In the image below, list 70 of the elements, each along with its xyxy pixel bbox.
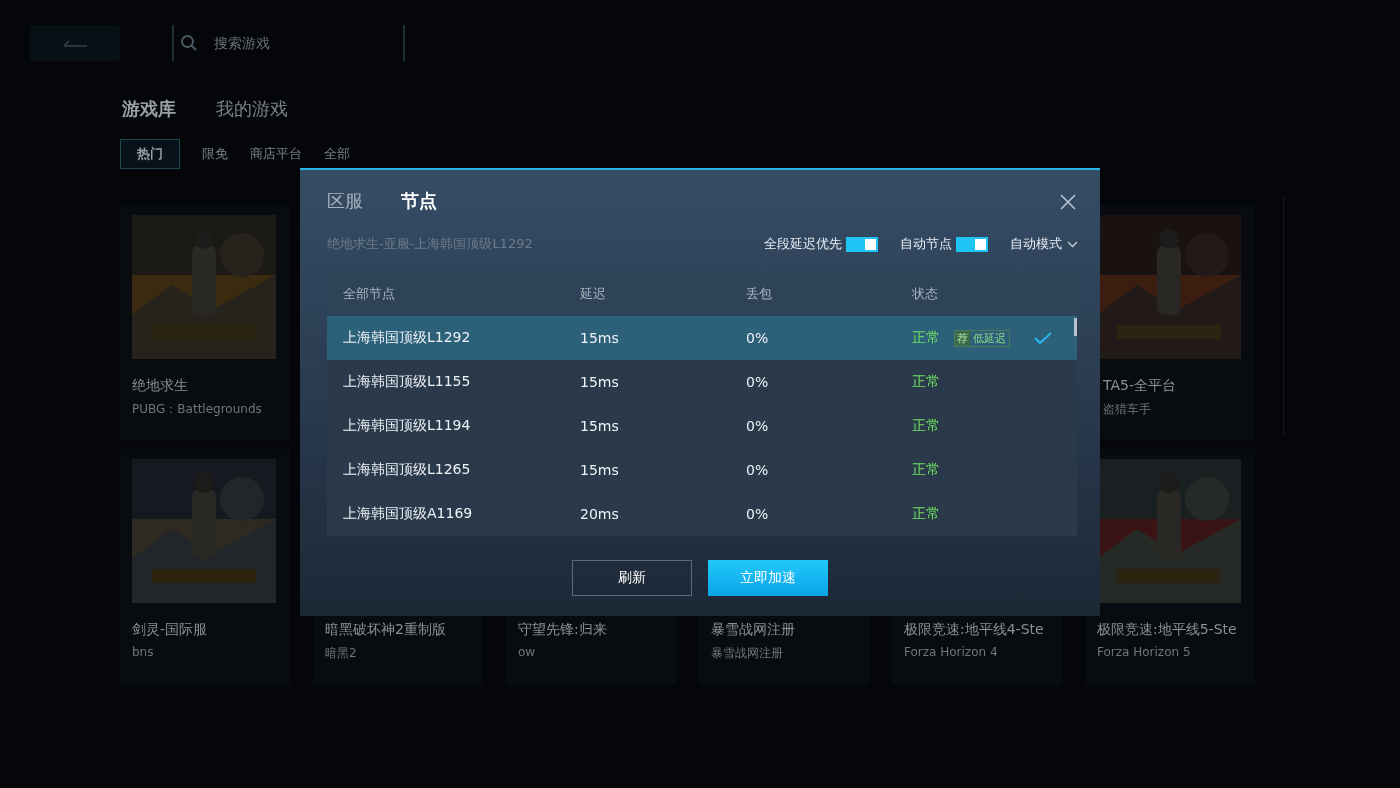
filter-tab[interactable]: 商店平台 xyxy=(250,140,302,168)
toggle-label: 全段延迟优先 xyxy=(764,235,842,253)
dialog-tab[interactable]: 节点 xyxy=(401,189,437,213)
status-cell-text: 正常 xyxy=(912,329,941,347)
node-row[interactable]: 上海韩国顶级L1265 15ms 0% 正常 xyxy=(327,448,1077,492)
mode-dropdown[interactable]: 自动模式 xyxy=(1010,235,1078,253)
status-cell-text: 正常 xyxy=(912,461,941,479)
chevron-down-icon xyxy=(1067,240,1078,248)
game-subtitle: 暴雪战网注册 xyxy=(711,645,784,662)
loss-cell-text: 0% xyxy=(746,418,770,434)
loss-cell-text: 0% xyxy=(746,330,770,346)
filter-tab[interactable]: 限免 xyxy=(202,140,228,168)
game-subtitle: bns xyxy=(132,645,155,659)
loss-cell-text: 0% xyxy=(746,506,770,522)
refresh-button[interactable]: 刷新 xyxy=(572,560,692,596)
game-title: 极限竞速:地平线5-Ste xyxy=(1097,621,1238,639)
game-title: 剑灵-国际服 xyxy=(132,621,209,639)
latency-cell-text: 15ms xyxy=(580,330,620,346)
game-title: TA5-全平台 xyxy=(1103,377,1177,395)
latency-cell-text: 20ms xyxy=(580,506,620,522)
column-header: 全部节点 xyxy=(343,285,396,303)
game-subtitle: PUBG：Battlegrounds xyxy=(132,401,263,418)
library-tab[interactable]: 游戏库 xyxy=(122,97,176,121)
game-title: 极限竞速:地平线4-Ste xyxy=(904,621,1045,639)
game-card[interactable]: 剑灵-国际服 bns xyxy=(120,449,290,685)
column-header: 状态 xyxy=(912,285,938,303)
node-row[interactable]: 上海韩国顶级L1194 15ms 0% 正常 xyxy=(327,404,1077,448)
node-name: 上海韩国顶级L1292 xyxy=(343,329,472,347)
game-card[interactable]: 极限竞速:地平线5-Ste Forza Horizon 5 xyxy=(1085,449,1255,685)
latency-cell-text: 15ms xyxy=(580,462,620,478)
game-subtitle: Forza Horizon 5 xyxy=(1097,645,1192,659)
game-card[interactable]: 绝地求生 PUBG：Battlegrounds xyxy=(120,205,290,441)
node-name: 上海韩国顶级L1194 xyxy=(343,417,472,435)
close-icon[interactable] xyxy=(1060,194,1076,210)
status-cell-text: 正常 xyxy=(912,417,941,435)
column-header: 延迟 xyxy=(580,285,607,303)
game-subtitle: 盗猎车手 xyxy=(1103,401,1152,418)
check-icon xyxy=(1034,331,1052,345)
search-icon xyxy=(180,34,198,52)
game-title: 守望先锋:归来 xyxy=(518,621,608,639)
game-subtitle: 暗黑2 xyxy=(325,645,358,662)
latency-cell-text: 15ms xyxy=(580,418,620,434)
latency-cell-text: 15ms xyxy=(580,374,620,390)
status-cell-text: 正常 xyxy=(912,505,941,523)
toggle-label: 自动节点 xyxy=(900,235,952,253)
search-field[interactable]: 搜索游戏 xyxy=(172,25,405,61)
node-name: 上海韩国顶级A1169 xyxy=(343,505,474,523)
node-row[interactable]: 上海韩国顶级L1292 15ms 0% 正常 荐 低延迟 xyxy=(327,316,1077,360)
toggle-switch[interactable] xyxy=(956,236,988,252)
low-latency-tag: 荐 低延迟 xyxy=(954,329,1010,347)
filter-tab[interactable]: 热门 xyxy=(120,139,180,169)
game-title: 暴雪战网注册 xyxy=(711,621,796,639)
scrollbar-thumb[interactable] xyxy=(1074,318,1077,336)
loss-cell-text: 0% xyxy=(746,374,770,390)
back-arrow-icon xyxy=(62,38,88,48)
library-tab[interactable]: 我的游戏 xyxy=(216,97,288,121)
status-cell-text: 正常 xyxy=(912,373,941,391)
game-title: 暗黑破坏神2重制版 xyxy=(325,621,447,639)
node-name: 上海韩国顶级L1155 xyxy=(343,373,472,391)
node-row[interactable]: 上海韩国顶级A1169 20ms 0% 正常 xyxy=(327,492,1077,536)
loss-cell-text: 0% xyxy=(746,462,770,478)
column-header: 丢包 xyxy=(746,285,773,303)
filter-tab[interactable]: 全部 xyxy=(324,140,350,168)
dialog-tab[interactable]: 区服 xyxy=(327,189,363,213)
game-title: 绝地求生 xyxy=(132,377,189,395)
node-row[interactable]: 上海韩国顶级L1155 15ms 0% 正常 xyxy=(327,360,1077,404)
game-subtitle: ow xyxy=(518,645,537,659)
node-name: 上海韩国顶级L1265 xyxy=(343,461,472,479)
toggle-switch[interactable] xyxy=(846,236,878,252)
game-subtitle: Forza Horizon 4 xyxy=(904,645,999,659)
